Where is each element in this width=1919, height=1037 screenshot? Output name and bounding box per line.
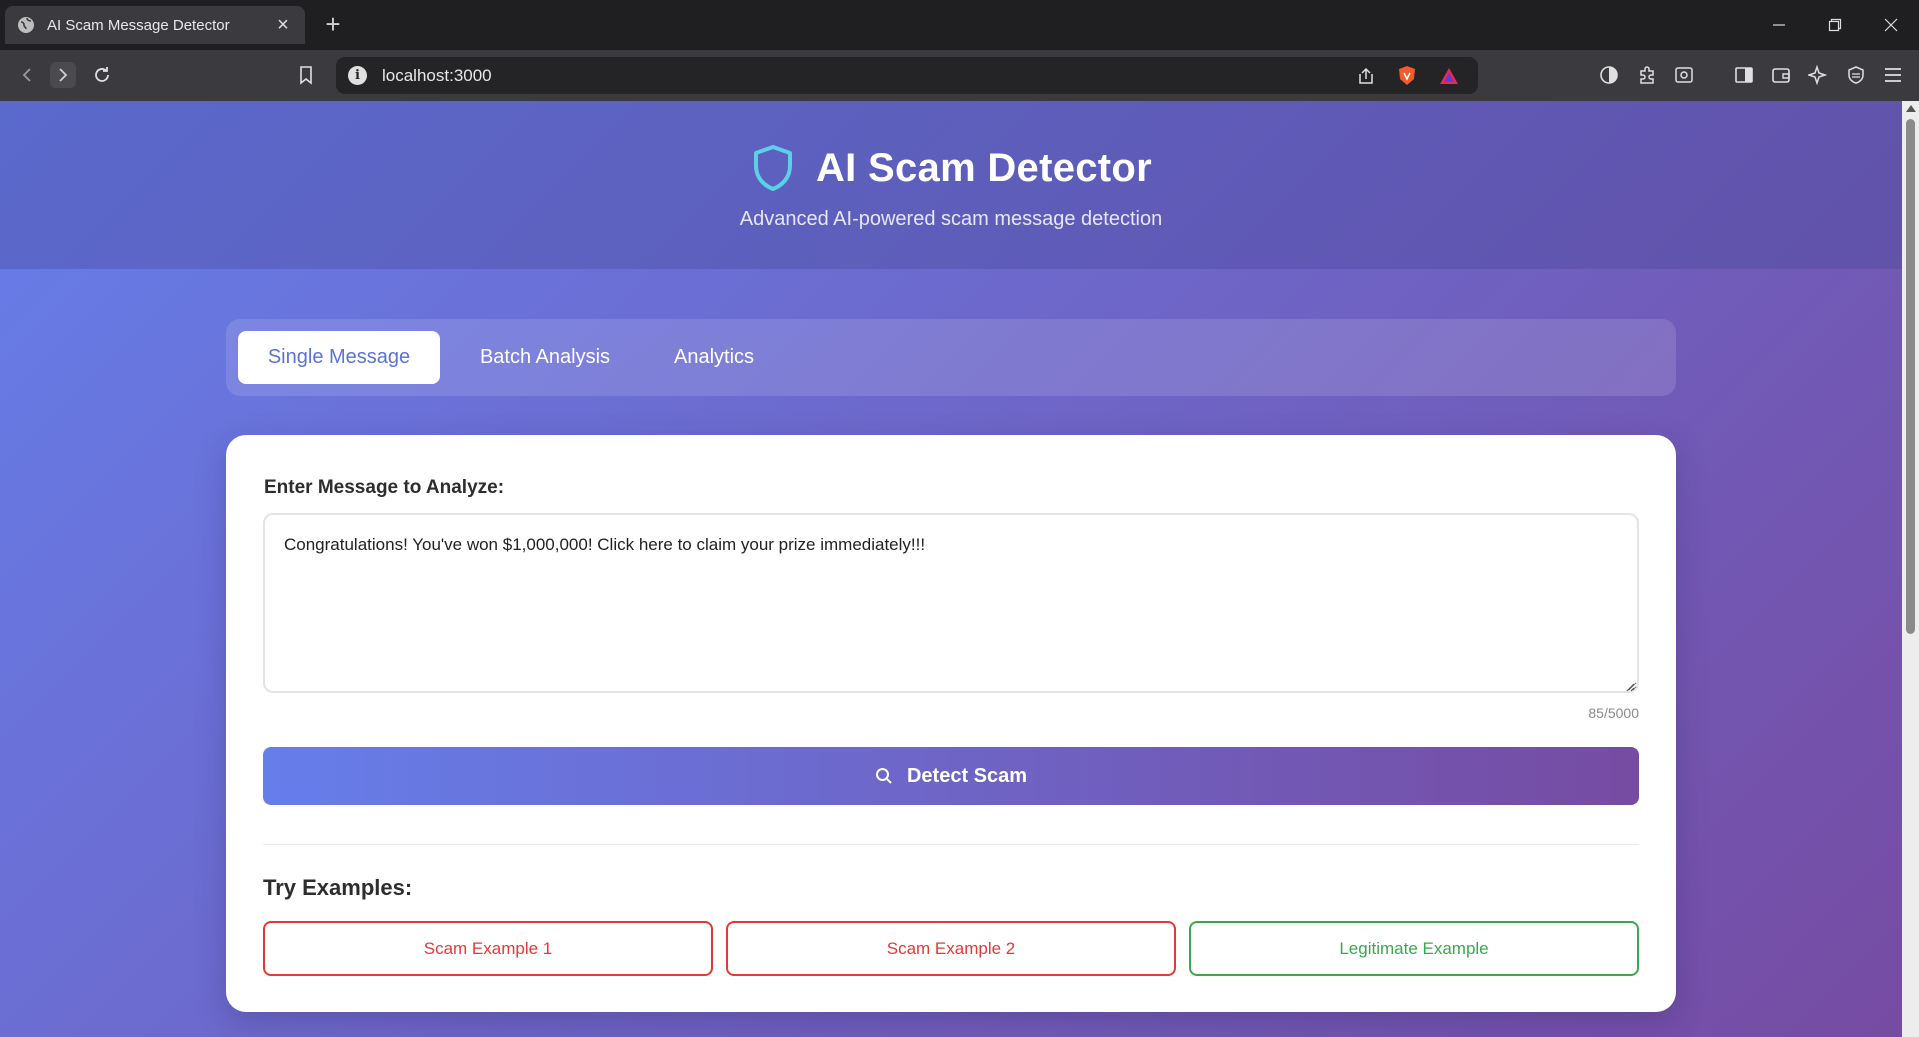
reload-icon[interactable]: [89, 62, 115, 88]
scam-example-1-button[interactable]: Scam Example 1: [263, 921, 713, 976]
examples-title: Try Examples:: [263, 875, 413, 900]
restore-button[interactable]: [1807, 0, 1863, 50]
extensions-icon[interactable]: [1634, 62, 1660, 88]
detect-scam-button[interactable]: Detect Scam: [263, 747, 1639, 805]
site-info-icon[interactable]: i: [348, 66, 367, 85]
char-counter: 85/5000: [1588, 705, 1639, 721]
wallet-icon[interactable]: [1768, 62, 1794, 88]
tab-batch-analysis[interactable]: Batch Analysis: [452, 331, 638, 384]
leo-ai-icon[interactable]: [1805, 62, 1831, 88]
analyze-card: Enter Message to Analyze: Congratulation…: [226, 435, 1676, 1012]
brave-rewards-icon[interactable]: [1436, 63, 1462, 89]
sidebar-icon[interactable]: [1731, 62, 1757, 88]
close-tab-icon[interactable]: ×: [273, 15, 293, 35]
close-window-button[interactable]: [1863, 0, 1919, 50]
share-icon[interactable]: [1353, 63, 1379, 89]
resize-handle-icon[interactable]: [1625, 679, 1635, 692]
vpn-shield-icon[interactable]: [1843, 62, 1869, 88]
forward-icon[interactable]: [50, 62, 76, 88]
url-text: localhost:3000: [382, 66, 492, 85]
reader-mode-icon[interactable]: [1671, 62, 1697, 88]
divider: [263, 844, 1639, 845]
tab-single-message[interactable]: Single Message: [238, 331, 440, 384]
scroll-thumb[interactable]: [1906, 119, 1915, 634]
detect-scam-label: Detect Scam: [906, 764, 1028, 787]
browser-toolbar: i localhost:3000: [0, 50, 1919, 101]
scam-example-2-button[interactable]: Scam Example 2: [726, 921, 1176, 976]
mode-tabs: Single Message Batch Analysis Analytics: [226, 319, 1676, 396]
tab-analytics[interactable]: Analytics: [650, 331, 778, 384]
page-scrollbar[interactable]: [1902, 101, 1919, 1037]
new-tab-button[interactable]: +: [320, 10, 346, 38]
window-controls: [1751, 0, 1919, 50]
tab-title: AI Scam Message Detector: [47, 16, 230, 34]
page-header: AI Scam Detector Advanced AI-powered sca…: [0, 101, 1902, 269]
vpn-icon[interactable]: [1596, 62, 1622, 88]
scroll-up-arrow-icon[interactable]: [1906, 105, 1916, 112]
bookmark-icon[interactable]: [293, 62, 319, 88]
message-input[interactable]: Congratulations! You've won $1,000,000! …: [263, 513, 1639, 693]
browser-titlebar: AI Scam Message Detector × +: [0, 0, 1919, 50]
legitimate-example-button[interactable]: Legitimate Example: [1189, 921, 1639, 976]
back-icon[interactable]: [14, 62, 40, 88]
shield-icon: [750, 143, 796, 193]
page-viewport: AI Scam Detector Advanced AI-powered sca…: [0, 101, 1919, 1037]
browser-tab[interactable]: AI Scam Message Detector ×: [5, 6, 305, 44]
minimize-button[interactable]: [1751, 0, 1807, 50]
address-bar[interactable]: i localhost:3000: [336, 57, 1478, 94]
brave-shields-icon[interactable]: [1394, 63, 1420, 89]
page-subtitle: Advanced AI-powered scam message detecti…: [739, 208, 1163, 230]
page-title: AI Scam Detector: [815, 145, 1153, 190]
globe-icon: [17, 16, 35, 34]
message-label: Enter Message to Analyze:: [264, 477, 505, 498]
menu-icon[interactable]: [1880, 62, 1906, 88]
search-icon: [875, 767, 893, 785]
